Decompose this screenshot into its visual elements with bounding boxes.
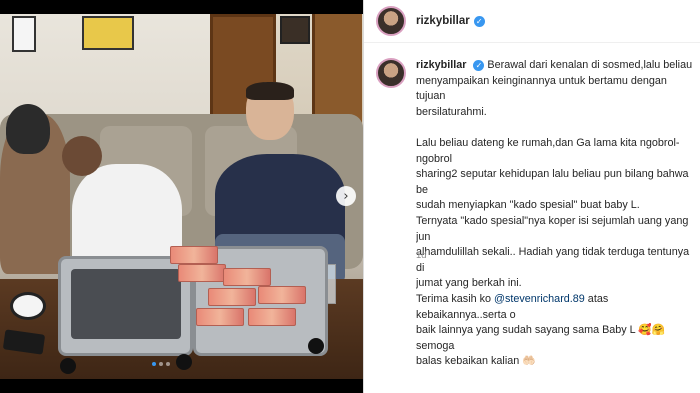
money-stack [208, 288, 256, 306]
post-header: rizkybillar ✓ [364, 0, 700, 43]
avatar[interactable] [376, 6, 406, 36]
post-side-panel: rizkybillar ✓ rizkybillar ✓ Berawal dari… [363, 0, 700, 393]
verified-badge-icon: ✓ [473, 60, 485, 72]
carousel-dot [152, 362, 156, 366]
post-caption: rizkybillar ✓ Berawal dari kenalan di so… [376, 58, 698, 370]
caption-username[interactable]: rizkybillar [416, 59, 466, 71]
money-stack [258, 286, 306, 304]
carousel-dot [159, 362, 163, 366]
post-photo-viewer[interactable]: › [0, 0, 363, 393]
wall-frame [12, 16, 36, 52]
carousel-indicator [152, 362, 170, 366]
wall-frame [280, 16, 310, 44]
carousel-dot [166, 362, 170, 366]
caption-body: menyampaikan keinginannya untuk bertamu … [416, 74, 690, 305]
suitcase-with-money [58, 246, 328, 374]
money-stack [248, 308, 296, 326]
avatar[interactable] [376, 58, 406, 88]
coffee-cup [10, 292, 46, 320]
post-photo [0, 14, 363, 379]
post-timestamp[interactable]: 1d [416, 250, 427, 261]
hijab [6, 104, 50, 154]
money-stack [196, 308, 244, 326]
mention-link[interactable]: @stevenrichard.89 [494, 293, 585, 305]
username-link[interactable]: rizkybillar [416, 15, 470, 27]
verified-badge-icon: ✓ [473, 15, 485, 27]
money-stack [170, 246, 218, 264]
money-stack [178, 264, 226, 282]
chevron-right-icon[interactable]: › [336, 186, 356, 206]
money-stack [223, 268, 271, 286]
caption-text: Berawal dari kenalan di sosmed,lalu beli… [487, 59, 693, 71]
wall-frame [82, 16, 134, 50]
